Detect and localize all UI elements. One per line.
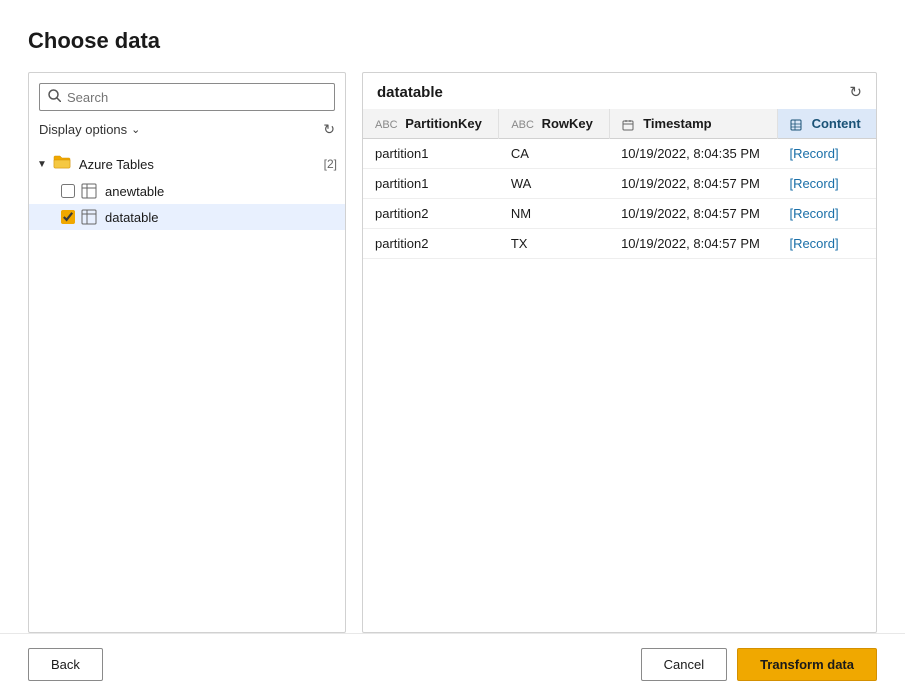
table-icon-datatable (81, 209, 97, 225)
table-cell-content[interactable]: [Record] (777, 139, 876, 169)
col-partitionkey: ABC PartitionKey (363, 109, 499, 139)
footer: Back Cancel Transform data (0, 633, 905, 695)
refresh-button[interactable]: ↻ (323, 121, 335, 138)
footer-right: Cancel Transform data (641, 648, 877, 681)
table-row: partition2NM10/19/2022, 8:04:57 PM[Recor… (363, 199, 876, 229)
left-panel: Display options ⌄ ↻ ▼ Azure Tables [2] (28, 72, 346, 633)
col-partitionkey-label: PartitionKey (405, 116, 482, 131)
datatable-header: datatable ↻ (363, 73, 876, 109)
page-title: Choose data (28, 28, 877, 54)
search-input[interactable] (67, 90, 326, 105)
search-icon (48, 89, 61, 105)
display-options-label: Display options (39, 122, 127, 137)
tree-group-count: [2] (324, 157, 337, 171)
preview-refresh-button[interactable]: ↻ (849, 83, 862, 101)
table-cell-rowkey: WA (499, 169, 609, 199)
col-content-label: Content (812, 116, 861, 131)
col-content: Content (777, 109, 876, 139)
anewtable-label: anewtable (105, 184, 164, 199)
table-header: ABC PartitionKey ABC RowKey (363, 109, 876, 139)
table-cell-partitionkey: partition1 (363, 139, 499, 169)
col-rowkey: ABC RowKey (499, 109, 609, 139)
display-options-button[interactable]: Display options ⌄ (39, 122, 140, 137)
right-panel: datatable ↻ ABC PartitionKey ABC Row (362, 72, 877, 633)
footer-left: Back (28, 648, 103, 681)
datatable-checkbox[interactable] (61, 210, 75, 224)
table-cell-rowkey: NM (499, 199, 609, 229)
table-cell-content[interactable]: [Record] (777, 229, 876, 259)
table-header-row: ABC PartitionKey ABC RowKey (363, 109, 876, 139)
col-rowkey-label: RowKey (542, 116, 593, 131)
table-cell-rowkey: CA (499, 139, 609, 169)
table-cell-timestamp: 10/19/2022, 8:04:57 PM (609, 199, 777, 229)
tree-group-label: Azure Tables (79, 157, 320, 172)
tree-group-header: ▼ Azure Tables [2] (29, 150, 345, 178)
table-cell-timestamp: 10/19/2022, 8:04:57 PM (609, 229, 777, 259)
datatable-label: datatable (105, 210, 159, 225)
table-icon (81, 183, 97, 199)
tree-item-anewtable[interactable]: anewtable (29, 178, 345, 204)
tree-area: ▼ Azure Tables [2] (29, 146, 345, 632)
table-cell-timestamp: 10/19/2022, 8:04:57 PM (609, 169, 777, 199)
chevron-down-icon: ⌄ (131, 123, 140, 136)
table-row: partition2TX10/19/2022, 8:04:57 PM[Recor… (363, 229, 876, 259)
table-container: ABC PartitionKey ABC RowKey (363, 109, 876, 632)
table-cell-rowkey: TX (499, 229, 609, 259)
display-options-row: Display options ⌄ ↻ (29, 117, 345, 146)
abc-icon-partitionkey: ABC (375, 119, 398, 131)
cancel-button[interactable]: Cancel (641, 648, 727, 681)
col-timestamp: Timestamp (609, 109, 777, 139)
table-cell-partitionkey: partition2 (363, 199, 499, 229)
table-cell-content[interactable]: [Record] (777, 169, 876, 199)
datatable-title: datatable (377, 84, 443, 101)
abc-icon-rowkey: ABC (511, 119, 534, 131)
table-cell-content[interactable]: [Record] (777, 199, 876, 229)
table-body: partition1CA10/19/2022, 8:04:35 PM[Recor… (363, 139, 876, 259)
anewtable-checkbox[interactable] (61, 184, 75, 198)
search-box (39, 83, 335, 111)
cal-icon-timestamp (622, 119, 636, 131)
table-cell-partitionkey: partition1 (363, 169, 499, 199)
col-timestamp-label: Timestamp (643, 116, 711, 131)
tree-expand-icon: ▼ (37, 159, 47, 170)
body-area: Display options ⌄ ↻ ▼ Azure Tables [2] (28, 72, 877, 633)
table-cell-partitionkey: partition2 (363, 229, 499, 259)
table-row: partition1CA10/19/2022, 8:04:35 PM[Recor… (363, 139, 876, 169)
table-row: partition1WA10/19/2022, 8:04:57 PM[Recor… (363, 169, 876, 199)
grid-icon-content (790, 119, 804, 131)
back-button[interactable]: Back (28, 648, 103, 681)
folder-icon (53, 154, 71, 174)
tree-item-datatable[interactable]: datatable (29, 204, 345, 230)
transform-data-button[interactable]: Transform data (737, 648, 877, 681)
data-table: ABC PartitionKey ABC RowKey (363, 109, 876, 259)
table-cell-timestamp: 10/19/2022, 8:04:35 PM (609, 139, 777, 169)
